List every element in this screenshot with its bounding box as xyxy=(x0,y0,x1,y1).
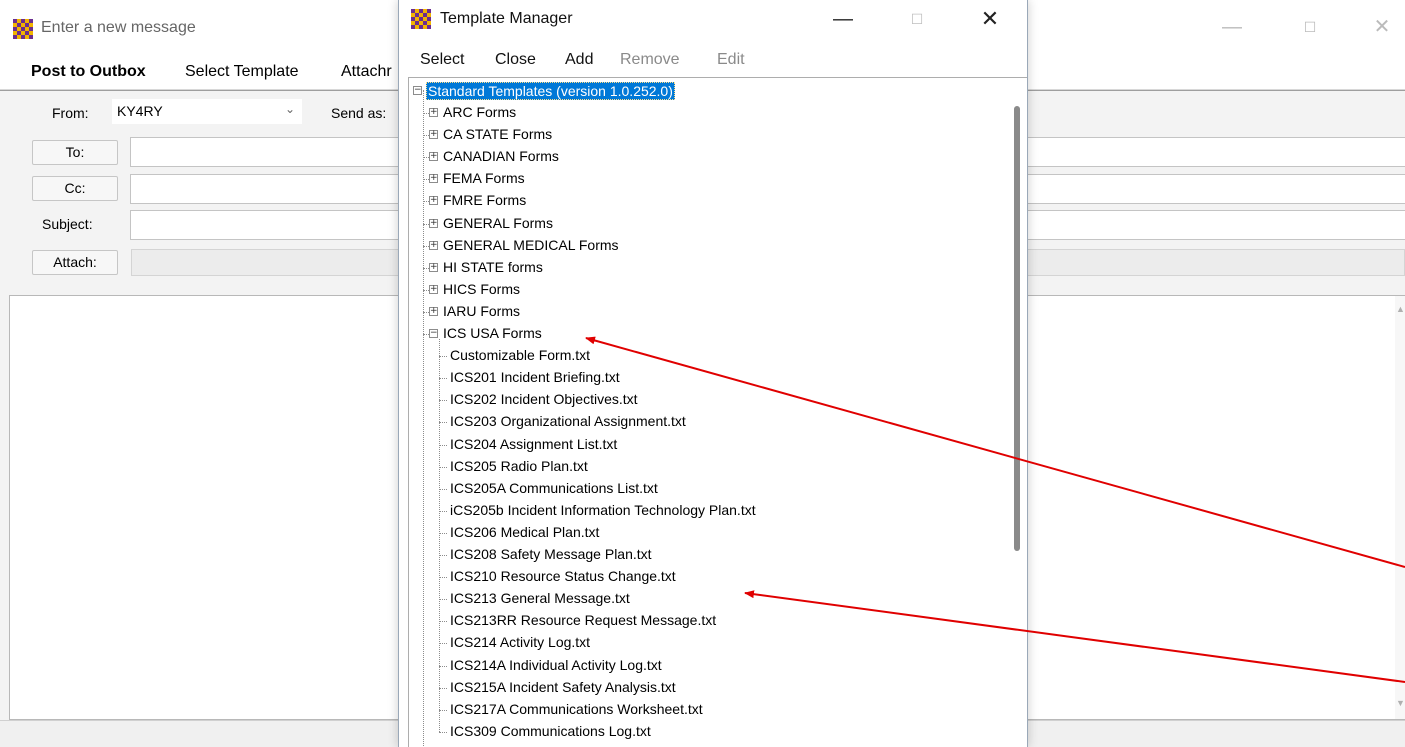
tree-folder-label[interactable]: FMRE Forms xyxy=(442,192,527,208)
tree-file-label[interactable]: iCS205b Incident Information Technology … xyxy=(449,502,757,518)
maximize-button[interactable]: ☐ xyxy=(1290,12,1330,42)
remove-menu[interactable]: Remove xyxy=(620,51,680,69)
maximize-button[interactable]: ☐ xyxy=(897,4,937,34)
expand-icon[interactable]: + xyxy=(429,306,438,316)
tree-file-label[interactable]: ICS214 Activity Log.txt xyxy=(449,634,591,650)
close-button[interactable]: ✕ xyxy=(1362,12,1402,42)
subject-label: Subject: xyxy=(42,216,93,232)
tree-folder-label[interactable]: CA STATE Forms xyxy=(442,126,553,142)
template-manager-window: Template Manager — ☐ ✕ Select Close Add … xyxy=(398,0,1028,747)
tree-guide-line xyxy=(423,90,424,747)
body-scrollbar[interactable]: ▲ ▼ xyxy=(1395,296,1405,719)
tree-file-label[interactable]: ICS210 Resource Status Change.txt xyxy=(449,568,677,584)
to-button[interactable]: To: xyxy=(32,140,118,165)
post-to-outbox-menu[interactable]: Post to Outbox xyxy=(31,63,146,81)
tree-folder-label[interactable]: ARC Forms xyxy=(442,104,517,120)
winlink-checker-logo-icon xyxy=(13,19,33,39)
tree-folder-label[interactable]: GENERAL MEDICAL Forms xyxy=(442,237,620,253)
tree-root-label[interactable]: Standard Templates (version 1.0.252.0) xyxy=(426,82,675,100)
expand-icon[interactable]: + xyxy=(429,196,438,206)
tree-file-label[interactable]: ICS204 Assignment List.txt xyxy=(449,436,618,452)
send-as-label: Send as: xyxy=(331,105,387,121)
tree-file-label[interactable]: ICS213RR Resource Request Message.txt xyxy=(449,612,717,628)
attach-button[interactable]: Attach: xyxy=(32,250,118,275)
tree-scrollbar[interactable] xyxy=(1006,78,1027,747)
tree-file-label[interactable]: ICS205 Radio Plan.txt xyxy=(449,458,589,474)
minimize-button[interactable]: — xyxy=(823,4,863,34)
tree-file-label[interactable]: ICS215A Incident Safety Analysis.txt xyxy=(449,679,677,695)
select-template-menu[interactable]: Select Template xyxy=(185,63,299,81)
close-menu[interactable]: Close xyxy=(495,51,536,69)
tree-file-label[interactable]: ICS309 Communications Log.txt xyxy=(449,723,652,739)
tree-file-label[interactable]: Customizable Form.txt xyxy=(449,347,591,363)
tree-folder-label[interactable]: HICS Forms xyxy=(442,281,521,297)
expand-icon[interactable]: + xyxy=(429,218,438,228)
tree-folder-label[interactable]: ICS USA Forms xyxy=(442,325,543,341)
collapse-icon[interactable]: − xyxy=(413,86,422,95)
tree-file-label[interactable]: ICS202 Incident Objectives.txt xyxy=(449,391,639,407)
tree-file-label[interactable]: ICS205A Communications List.txt xyxy=(449,480,659,496)
expand-icon[interactable]: + xyxy=(429,284,438,294)
tree-folder-label[interactable]: IARU Forms xyxy=(442,303,521,319)
template-tree[interactable]: − Standard Templates (version 1.0.252.0)… xyxy=(408,77,1027,747)
close-button[interactable]: ✕ xyxy=(970,4,1010,34)
scroll-down-icon[interactable]: ▼ xyxy=(1396,698,1405,708)
chevron-down-icon: ⌄ xyxy=(284,102,295,116)
scrollbar-thumb[interactable] xyxy=(1014,106,1020,551)
minimize-button[interactable]: — xyxy=(1212,12,1252,42)
cc-button[interactable]: Cc: xyxy=(32,176,118,201)
template-manager-titlebar: Template Manager — ☐ ✕ xyxy=(399,0,1027,40)
tree-guide-line xyxy=(439,339,440,732)
message-window-title: Enter a new message xyxy=(41,19,196,36)
winlink-checker-logo-icon xyxy=(411,9,431,29)
expand-icon[interactable]: + xyxy=(429,130,438,140)
from-value: KY4RY xyxy=(117,103,163,119)
tree-folder-label[interactable]: FEMA Forms xyxy=(442,170,526,186)
tree-file-label[interactable]: ICS214A Individual Activity Log.txt xyxy=(449,657,663,673)
expand-icon[interactable]: + xyxy=(429,152,438,162)
attachments-menu[interactable]: Attachr xyxy=(341,63,392,81)
add-menu[interactable]: Add xyxy=(565,51,593,69)
collapse-icon[interactable]: − xyxy=(429,329,438,338)
expand-icon[interactable]: + xyxy=(429,174,438,184)
tree-folder-label[interactable]: GENERAL Forms xyxy=(442,215,554,231)
tree-file-label[interactable]: ICS217A Communications Worksheet.txt xyxy=(449,701,704,717)
tree-folder-label[interactable]: HI STATE forms xyxy=(442,259,544,275)
tree-file-label[interactable]: ICS203 Organizational Assignment.txt xyxy=(449,413,687,429)
tree-folder-label[interactable]: CANADIAN Forms xyxy=(442,148,560,164)
tree-file-label[interactable]: ICS208 Safety Message Plan.txt xyxy=(449,546,653,562)
expand-icon[interactable]: + xyxy=(429,240,438,250)
expand-icon[interactable]: + xyxy=(429,108,438,117)
from-label: From: xyxy=(52,105,89,121)
edit-menu[interactable]: Edit xyxy=(717,51,745,69)
tree-file-label[interactable]: ICS201 Incident Briefing.txt xyxy=(449,369,621,385)
scroll-up-icon[interactable]: ▲ xyxy=(1396,304,1405,314)
from-select[interactable]: KY4RY ⌄ xyxy=(112,99,302,124)
tree-file-label[interactable]: ICS213 General Message.txt xyxy=(449,590,631,606)
template-manager-title: Template Manager xyxy=(440,10,573,27)
expand-icon[interactable]: + xyxy=(429,262,438,272)
template-manager-menubar: Select Close Add Remove Edit xyxy=(399,40,1027,77)
tree-file-label[interactable]: ICS206 Medical Plan.txt xyxy=(449,524,600,540)
select-menu[interactable]: Select xyxy=(420,51,464,69)
